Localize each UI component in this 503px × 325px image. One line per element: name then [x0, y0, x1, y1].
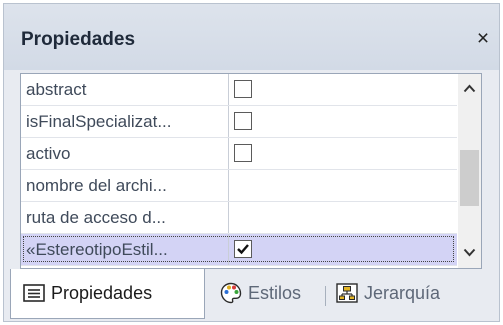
column-separator — [228, 74, 229, 105]
property-row-activo[interactable]: activo — [21, 138, 457, 170]
tab-jerarquia[interactable]: Jerarquía — [332, 269, 472, 315]
checkmark-icon — [237, 244, 249, 255]
scroll-up-button[interactable] — [458, 77, 481, 101]
properties-list-icon — [23, 284, 45, 307]
chevron-up-icon — [463, 84, 476, 93]
property-row-estereotipo-estilo[interactable]: «EstereotipoEstil... — [21, 234, 457, 266]
column-separator — [228, 202, 229, 233]
tab-label: Estilos — [248, 283, 302, 303]
scroll-down-button[interactable] — [458, 241, 481, 265]
estereotipo-estilo-checkbox[interactable] — [234, 240, 252, 258]
tab-propiedades[interactable]: Propiedades — [10, 269, 205, 319]
property-name: ruta de acceso d... — [26, 208, 166, 227]
property-row-nombre-archivo[interactable]: nombre del archi... — [21, 170, 457, 202]
vertical-scrollbar[interactable] — [458, 74, 481, 268]
close-icon[interactable]: × — [477, 27, 489, 50]
column-separator — [228, 234, 229, 265]
property-name: activo — [26, 144, 71, 163]
isfinalspecialization-checkbox[interactable] — [234, 112, 252, 130]
property-grid: abstract isFinalSpecializat... activo no… — [20, 73, 482, 269]
title-bar: Propiedades × — [4, 4, 499, 70]
column-separator — [228, 106, 229, 137]
property-name: nombre del archi... — [26, 176, 167, 195]
column-separator — [228, 138, 229, 169]
abstract-checkbox[interactable] — [234, 80, 252, 98]
tab-estilos[interactable]: Estilos — [214, 269, 322, 315]
property-row-ruta-acceso[interactable]: ruta de acceso d... — [21, 202, 457, 234]
property-row-isfinalspecialization[interactable]: isFinalSpecializat... — [21, 106, 457, 138]
property-row-abstract[interactable]: abstract — [21, 74, 457, 106]
hierarchy-icon — [336, 283, 358, 308]
tab-strip: Propiedades Estilos Jerarquía — [4, 269, 499, 321]
tab-divider — [325, 286, 326, 306]
property-name: abstract — [26, 80, 87, 99]
property-name: «EstereotipoEstil... — [26, 240, 168, 259]
activo-checkbox[interactable] — [234, 144, 252, 162]
column-separator — [228, 170, 229, 201]
tab-label: Propiedades — [51, 283, 153, 303]
panel-title: Propiedades — [21, 29, 136, 50]
palette-icon — [220, 282, 242, 309]
properties-window: Propiedades × abstract isFinalSpecializa… — [3, 3, 500, 322]
chevron-down-icon — [463, 248, 476, 257]
property-name: isFinalSpecializat... — [26, 112, 172, 131]
scroll-thumb[interactable] — [460, 150, 479, 206]
close-button[interactable]: × — [473, 27, 493, 51]
tab-label: Jerarquía — [364, 283, 441, 303]
